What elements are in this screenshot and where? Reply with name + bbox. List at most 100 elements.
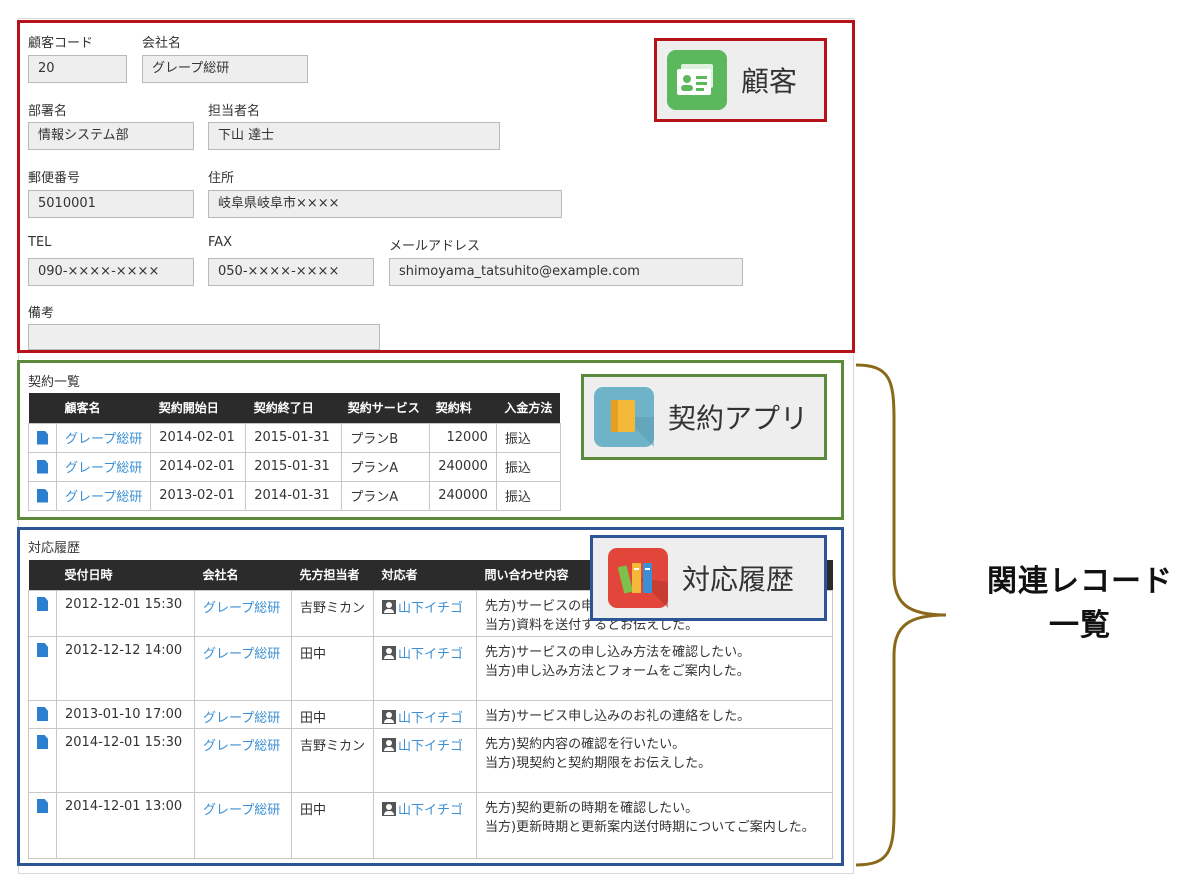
contract-row[interactable]: グレープ総研 2013-02-01 2014-01-31 プランA 240000 振込 [28,480,561,511]
history-header-company: 会社名 [194,560,292,590]
customer-code-field[interactable]: 20 [28,55,127,83]
address-label: 住所 [208,171,235,186]
contract-row[interactable]: グレープ総研 2014-02-01 2015-01-31 プランA 240000 振込 [28,451,561,482]
record-detail-icon[interactable] [37,799,48,813]
history-handler-link[interactable]: 山下イチゴ [373,589,478,637]
email-label: メールアドレス [389,239,481,254]
address-field[interactable]: 岐阜県岐阜市×××× [208,190,562,218]
contract-end-date: 2015-01-31 [245,422,343,453]
history-handler-name[interactable]: 山下イチゴ [398,647,463,662]
user-icon [382,645,397,660]
binders-icon [608,548,668,608]
history-header-contact: 先方担当者 [291,560,374,590]
history-contact: 田中 [290,635,375,701]
history-handler-link[interactable]: 山下イチゴ [373,791,478,859]
history-handler-link[interactable]: 山下イチゴ [373,699,478,729]
history-app-callout: 対応履歴 [590,535,827,621]
zip-field[interactable]: 5010001 [28,190,194,218]
company-name-field[interactable]: グレープ総研 [142,55,308,83]
history-contact: 吉野ミカン [290,727,375,793]
history-header-datetime: 受付日時 [56,560,195,590]
history-company-link[interactable]: グレープ総研 [194,635,292,701]
record-detail-icon[interactable] [37,459,48,474]
department-field[interactable]: 情報システム部 [28,122,194,150]
related-records-label-line1: 関連レコード [987,564,1173,599]
history-inquiry-content: 先方)サービスの申し込み方法を確認したい。 当方)申し込み方法とフォームをご案内… [476,635,834,701]
contract-end-date: 2014-01-31 [245,480,343,511]
history-datetime: 2012-12-12 14:00 [56,635,195,701]
email-field[interactable]: shimoyama_tatsuhito@example.com [389,258,743,286]
history-header-handler: 対応者 [373,560,477,590]
contract-app-title: 契約アプリ [668,402,809,435]
history-handler-link[interactable]: 山下イチゴ [373,635,478,701]
history-company-link[interactable]: グレープ総研 [194,727,292,793]
contract-service: プランB [341,422,431,453]
related-records-label-line2: 一覧 [1049,608,1111,643]
contract-fee: 12000 [429,422,497,453]
history-handler-name[interactable]: 山下イチゴ [398,803,463,818]
contracts-header-end: 契約終了日 [245,393,342,423]
record-detail-icon[interactable] [37,707,48,721]
contracts-header-start: 契約開始日 [150,393,246,423]
record-detail-icon[interactable] [37,430,48,445]
history-handler-name[interactable]: 山下イチゴ [398,711,463,726]
contract-service: プランA [341,480,431,511]
tel-label: TEL [28,235,52,250]
contract-end-date: 2015-01-31 [245,451,343,482]
history-datetime: 2013-01-10 17:00 [56,699,195,729]
customer-code-label: 顧客コード [28,36,94,51]
history-row[interactable]: 2012-12-12 14:00 グレープ総研 田中 山下イチゴ 先方)サービスの申し込… [28,635,834,701]
related-records-label: 関連レコード 一覧 [960,560,1200,648]
user-icon [382,709,397,724]
person-field[interactable]: 下山 達士 [208,122,500,150]
contract-customer-link[interactable]: グレープ総研 [55,422,152,453]
history-inquiry-content: 当方)サービス申し込みのお礼の連絡をした。 [476,699,834,729]
history-contact: 吉野ミカン [290,589,375,637]
contracts-title: 契約一覧 [28,375,81,390]
related-records-brace [855,363,947,867]
user-icon [382,801,397,816]
history-datetime: 2012-12-01 15:30 [56,589,195,637]
contract-start-date: 2014-02-01 [150,422,247,453]
zip-label: 郵便番号 [28,171,81,186]
notes-field[interactable] [28,324,380,350]
history-contact: 田中 [290,699,375,729]
history-row[interactable]: 2014-12-01 13:00 グレープ総研 田中 山下イチゴ 先方)契約更新の時期を… [28,791,834,859]
tel-field[interactable]: 090-××××-×××× [28,258,194,286]
contract-payment-method: 振込 [495,480,561,511]
history-handler-name[interactable]: 山下イチゴ [398,601,463,616]
contract-customer-link[interactable]: グレープ総研 [55,451,152,482]
record-detail-icon[interactable] [37,643,48,657]
contract-app-callout: 契約アプリ [581,374,827,460]
history-inquiry-content: 先方)契約内容の確認を行いたい。 当方)現契約と契約期限をお伝えした。 [476,727,834,793]
contract-fee: 240000 [429,451,497,482]
customer-app-title: 顧客 [741,65,798,98]
history-app-title: 対応履歴 [682,563,795,596]
history-company-link[interactable]: グレープ総研 [194,699,292,729]
contracts-header-fee: 契約料 [429,393,497,423]
contracts-header-row: 顧客名 契約開始日 契約終了日 契約サービス 契約料 入金方法 [28,393,561,423]
contract-customer-link[interactable]: グレープ総研 [55,480,152,511]
fax-field[interactable]: 050-××××-×××× [208,258,374,286]
record-detail-icon[interactable] [37,735,48,749]
contract-row[interactable]: グレープ総研 2014-02-01 2015-01-31 プランB 12000 振込 [28,422,561,453]
history-handler-name[interactable]: 山下イチゴ [398,739,463,754]
history-company-link[interactable]: グレープ総研 [194,791,292,859]
record-detail-icon[interactable] [37,597,48,611]
history-datetime: 2014-12-01 13:00 [56,791,195,859]
notes-label: 備考 [28,306,55,321]
department-label: 部署名 [28,104,68,119]
history-contact: 田中 [290,791,375,859]
contracts-table: 顧客名 契約開始日 契約終了日 契約サービス 契約料 入金方法 グレープ総研 20… [28,393,561,511]
contract-payment-method: 振込 [495,451,561,482]
history-row[interactable]: 2014-12-01 15:30 グレープ総研 吉野ミカン 山下イチゴ 先方)契約内容の… [28,727,834,793]
user-icon [382,737,397,752]
customer-card-icon [667,50,727,110]
history-handler-link[interactable]: 山下イチゴ [373,727,478,793]
history-company-link[interactable]: グレープ総研 [194,589,292,637]
user-icon [382,599,397,614]
fax-label: FAX [208,235,233,250]
history-row[interactable]: 2013-01-10 17:00 グレープ総研 田中 山下イチゴ 当方)サービス申し込み… [28,699,834,729]
record-detail-icon[interactable] [37,488,48,503]
contracts-header-payment: 入金方法 [496,393,561,423]
